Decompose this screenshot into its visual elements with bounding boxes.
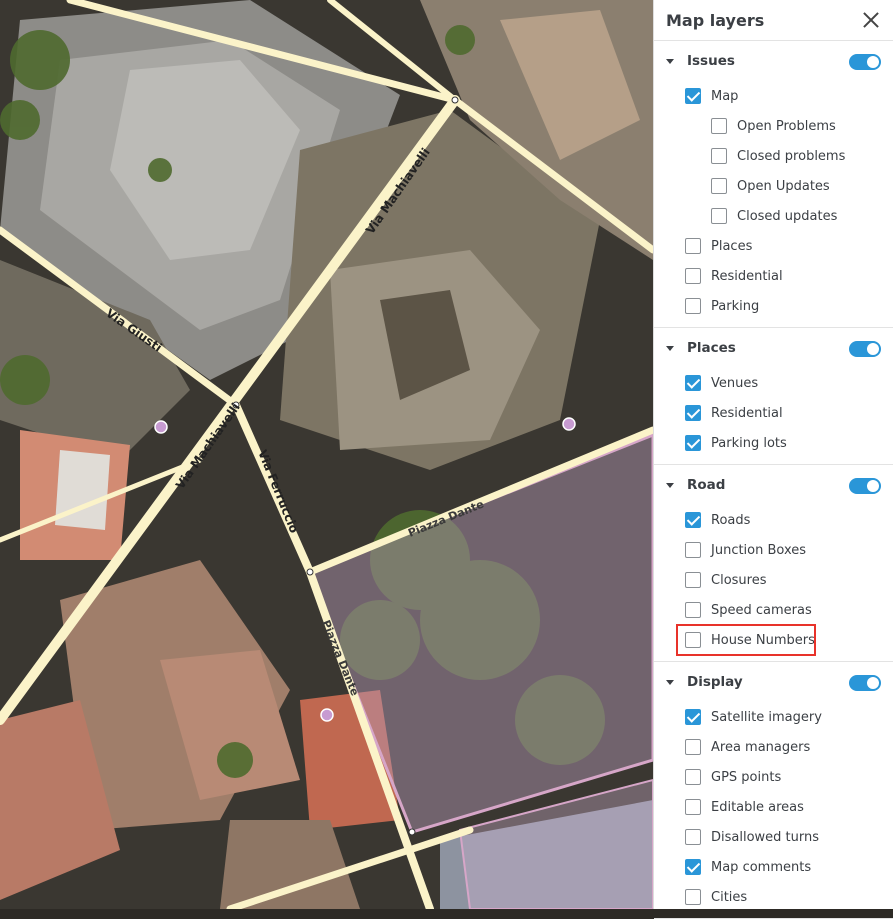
layer-item-label: Open Updates xyxy=(737,178,830,194)
panel-title: Map layers xyxy=(666,10,765,30)
layer-group-toggle[interactable] xyxy=(849,341,881,357)
place-marker[interactable] xyxy=(562,417,576,431)
layer-checkbox[interactable] xyxy=(711,208,727,224)
layer-item-label: Parking lots xyxy=(711,435,787,451)
layer-item-label: Closures xyxy=(711,572,767,588)
layer-item[interactable]: Parking lots xyxy=(654,428,893,458)
layer-checkbox[interactable] xyxy=(685,799,701,815)
layer-group-header[interactable]: Issues xyxy=(654,41,893,81)
layer-checkbox[interactable] xyxy=(711,178,727,194)
layer-checkbox[interactable] xyxy=(685,769,701,785)
layer-item[interactable]: Open Problems xyxy=(654,111,893,141)
chevron-down-icon[interactable] xyxy=(666,679,674,685)
close-icon[interactable] xyxy=(861,10,881,30)
layer-checkbox[interactable] xyxy=(685,739,701,755)
layer-checkbox[interactable] xyxy=(685,298,701,314)
layer-group-header[interactable]: Display xyxy=(654,662,893,702)
layer-item[interactable]: Disallowed turns xyxy=(654,822,893,852)
chevron-down-icon[interactable] xyxy=(666,482,674,488)
layer-group-issues: Issues Map Open Problems Closed problems Ope… xyxy=(654,41,893,328)
map-layers-panel: Map layers Issues Map Open Problems Closed … xyxy=(653,0,893,919)
layer-item[interactable]: Map comments xyxy=(654,852,893,882)
chevron-down-icon[interactable] xyxy=(666,58,674,64)
layer-group-places: Places Venues Residential Parking lots xyxy=(654,328,893,465)
layer-group-label: Places xyxy=(687,340,736,356)
layer-item-label: Residential xyxy=(711,268,783,284)
layer-item[interactable]: Cities xyxy=(654,882,893,912)
layer-item-label: Map xyxy=(711,88,739,104)
layer-item[interactable]: Area managers xyxy=(654,732,893,762)
layer-item-label: Parking xyxy=(711,298,760,314)
layer-checkbox[interactable] xyxy=(685,435,701,451)
layer-item-label: Satellite imagery xyxy=(711,709,822,725)
layer-item[interactable]: Parking xyxy=(654,291,893,321)
layer-group-road: Road Roads Junction Boxes Closures Speed cam… xyxy=(654,465,893,662)
layer-checkbox[interactable] xyxy=(685,572,701,588)
layer-checkbox[interactable] xyxy=(685,602,701,618)
layer-item[interactable]: Map xyxy=(654,81,893,111)
layer-item[interactable]: GPS points xyxy=(654,762,893,792)
layer-checkbox[interactable] xyxy=(685,238,701,254)
layer-item[interactable]: House Numbers xyxy=(654,624,893,656)
layer-item[interactable]: Residential xyxy=(654,261,893,291)
layer-group-header[interactable]: Places xyxy=(654,328,893,368)
layer-group-toggle[interactable] xyxy=(849,54,881,70)
layer-item[interactable]: Closures xyxy=(654,565,893,595)
layer-item-label: Roads xyxy=(711,512,751,528)
layer-group-display: Display Satellite imagery Area managers GPS… xyxy=(654,662,893,919)
layer-item-label: GPS points xyxy=(711,769,782,785)
layer-item-label: Closed updates xyxy=(737,208,838,224)
place-marker[interactable] xyxy=(320,708,334,722)
layer-item[interactable]: Open Updates xyxy=(654,171,893,201)
place-marker[interactable] xyxy=(154,420,168,434)
layer-group-label: Display xyxy=(687,674,743,690)
layer-item-label: Open Problems xyxy=(737,118,836,134)
layer-item-label: Cities xyxy=(711,889,748,905)
layer-group-label: Road xyxy=(687,477,726,493)
layer-checkbox[interactable] xyxy=(685,512,701,528)
layer-item[interactable]: Residential xyxy=(654,398,893,428)
layer-checkbox[interactable] xyxy=(711,148,727,164)
layer-checkbox[interactable] xyxy=(685,829,701,845)
layer-item[interactable]: Closed problems xyxy=(654,141,893,171)
layer-item-label: Disallowed turns xyxy=(711,829,820,845)
layer-group-header[interactable]: Road xyxy=(654,465,893,505)
layer-checkbox[interactable] xyxy=(711,118,727,134)
layer-item[interactable]: Places xyxy=(654,231,893,261)
layer-checkbox[interactable] xyxy=(685,405,701,421)
layer-checkbox[interactable] xyxy=(685,268,701,284)
layer-item[interactable]: Junction Boxes xyxy=(654,535,893,565)
layer-item-label: Closed problems xyxy=(737,148,846,164)
layer-checkbox[interactable] xyxy=(685,859,701,875)
layer-checkbox[interactable] xyxy=(685,542,701,558)
highlight-box xyxy=(676,624,816,656)
layer-item[interactable]: Editable areas xyxy=(654,792,893,822)
panel-header: Map layers xyxy=(654,0,893,41)
layer-item-label: Venues xyxy=(711,375,759,391)
chevron-down-icon[interactable] xyxy=(666,345,674,351)
map-canvas[interactable]: Via Machiavelli Via Giusti Via Machiavel… xyxy=(0,0,653,909)
layer-item[interactable]: Roads xyxy=(654,505,893,535)
layer-checkbox[interactable] xyxy=(685,88,701,104)
layer-item[interactable]: Venues xyxy=(654,368,893,398)
layer-item-label: Junction Boxes xyxy=(711,542,807,558)
layer-groups: Issues Map Open Problems Closed problems Ope… xyxy=(654,41,893,919)
layer-checkbox[interactable] xyxy=(685,375,701,391)
layer-checkbox[interactable] xyxy=(685,889,701,905)
layer-group-toggle[interactable] xyxy=(849,675,881,691)
layer-item[interactable]: Closed updates xyxy=(654,201,893,231)
layer-checkbox[interactable] xyxy=(685,709,701,725)
layer-item-label: Speed cameras xyxy=(711,602,812,618)
layer-item[interactable]: Satellite imagery xyxy=(654,702,893,732)
layer-item[interactable]: Speed cameras xyxy=(654,595,893,625)
layer-group-label: Issues xyxy=(687,53,735,69)
layer-item-label: Places xyxy=(711,238,753,254)
layer-item-label: Residential xyxy=(711,405,783,421)
layer-item-label: Editable areas xyxy=(711,799,804,815)
layer-group-toggle[interactable] xyxy=(849,478,881,494)
layer-item-label: Map comments xyxy=(711,859,812,875)
layer-item-label: Area managers xyxy=(711,739,811,755)
